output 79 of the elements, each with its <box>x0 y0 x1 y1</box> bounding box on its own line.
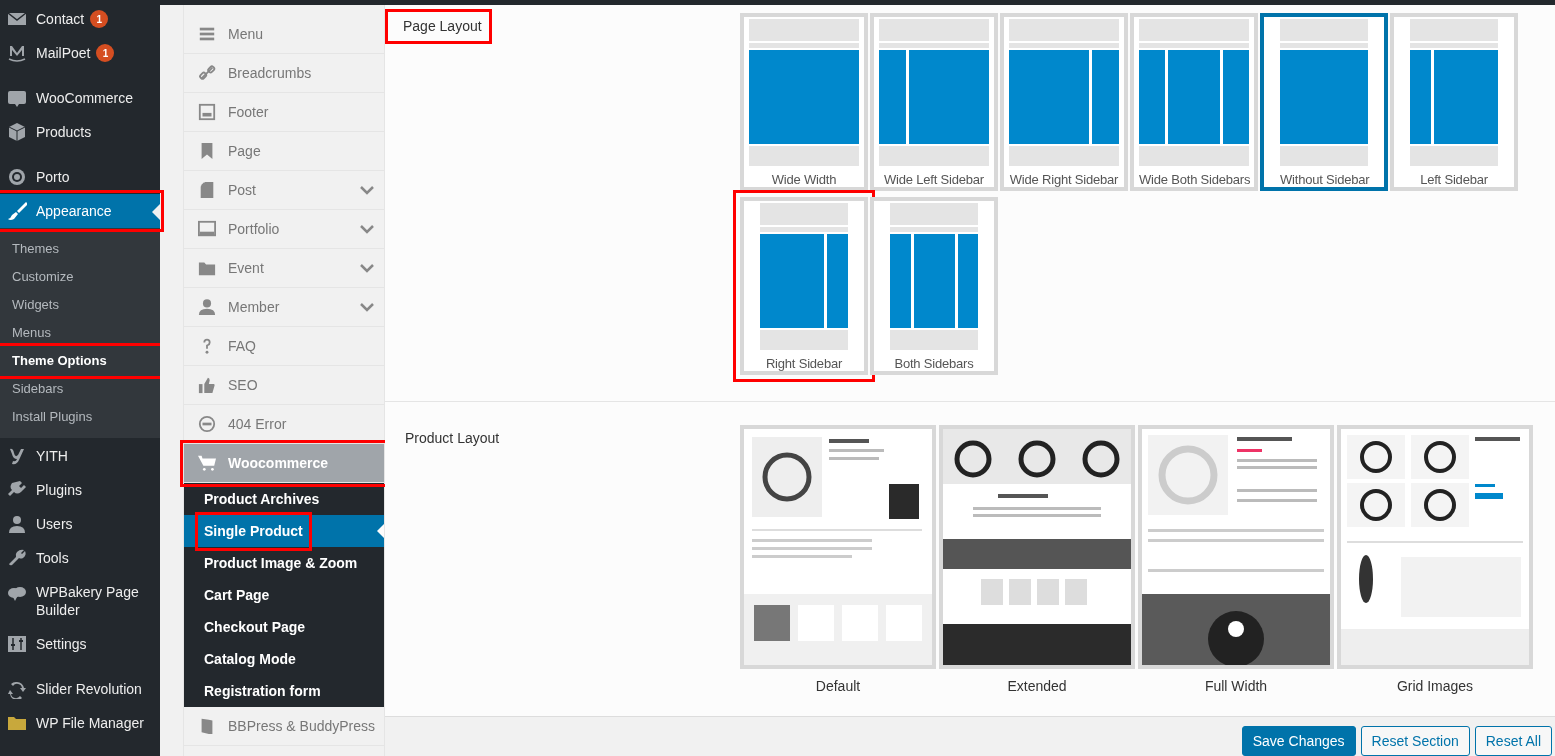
person-icon <box>7 514 27 534</box>
paintbrush-icon <box>7 201 27 221</box>
product-layout-option[interactable] <box>1337 425 1533 669</box>
options-nav-item[interactable]: Post <box>184 171 384 210</box>
options-nav-item[interactable]: Breadcrumbs <box>184 54 384 93</box>
admin-menu-item[interactable]: Slider Revolution <box>0 672 160 706</box>
options-nav-item[interactable]: Member <box>184 288 384 327</box>
reset-button[interactable]: Reset All <box>1474 726 1552 756</box>
admin-menu-item[interactable]: Contact 1 <box>0 2 160 36</box>
layout-label: Extended <box>1007 677 1067 696</box>
product-layout-option[interactable] <box>740 425 936 669</box>
speech-bubble-icon <box>7 88 27 108</box>
options-nav-item[interactable]: BBPress & BuddyPress <box>184 707 384 746</box>
options-nav-item[interactable]: Footer <box>184 93 384 132</box>
options-nav-item[interactable]: Page <box>184 132 384 171</box>
sliders-icon <box>7 634 27 654</box>
layout-option[interactable]: Both Sidebars <box>870 197 998 375</box>
count-badge: 1 <box>96 44 115 62</box>
menu-icon <box>198 25 216 43</box>
admin-menu-item[interactable]: Porto <box>0 160 160 194</box>
document-icon <box>198 181 216 199</box>
reset-button[interactable]: Reset Section <box>1360 726 1470 756</box>
layout-option[interactable]: Wide Both Sidebars <box>1130 13 1258 191</box>
submenu-item[interactable]: Sidebars <box>0 375 160 403</box>
chevron-down-icon <box>360 302 374 312</box>
section-title: Product Layout <box>405 429 501 448</box>
cart-icon <box>198 454 216 472</box>
layout-label: Grid Images <box>1396 677 1474 696</box>
options-subnav-item[interactable]: Product Image & Zoom <box>184 547 384 579</box>
target-icon <box>7 167 27 187</box>
admin-menu-item[interactable]: Products <box>0 115 160 149</box>
options-nav-item[interactable]: Portfolio <box>184 210 384 249</box>
save-button[interactable]: Save Changes <box>1241 726 1356 756</box>
admin-menu-item[interactable]: YITH <box>0 439 160 473</box>
options-subnav-item[interactable]: Product Archives <box>184 483 384 515</box>
submenu-item[interactable]: Themes <box>0 235 160 263</box>
options-subnav-item[interactable]: Catalog Mode <box>184 643 384 675</box>
options-subnav-item[interactable]: Registration form <box>184 675 384 707</box>
layout-label: Full Width <box>1204 677 1268 696</box>
admin-menu-item[interactable]: WP File Manager <box>0 706 160 740</box>
submenu-item[interactable]: Widgets <box>0 291 160 319</box>
admin-menu-item[interactable]: Settings <box>0 627 160 661</box>
layout-option[interactable]: Wide Width <box>740 13 868 191</box>
wrench-icon <box>7 548 27 568</box>
submenu-item[interactable]: Install Plugins <box>0 403 160 431</box>
minus-circle-icon <box>198 415 216 433</box>
admin-menu-item[interactable]: WooCommerce <box>0 81 160 115</box>
layout-option[interactable]: Wide Right Sidebar <box>1000 13 1128 191</box>
layout-label: Default <box>815 677 861 696</box>
chevron-down-icon <box>360 224 374 234</box>
admin-menu-item[interactable]: Tools <box>0 541 160 575</box>
person-icon <box>198 298 216 316</box>
admin-menu-item[interactable]: Users <box>0 507 160 541</box>
refresh-icon <box>7 679 27 699</box>
count-badge: 1 <box>90 10 109 28</box>
layout-option[interactable]: Wide Left Sidebar <box>870 13 998 191</box>
options-nav-item[interactable]: Menu <box>184 15 384 54</box>
thumbs-up-icon <box>198 376 216 394</box>
options-nav-item[interactable]: Event <box>184 249 384 288</box>
options-subnav-item[interactable]: Cart Page <box>184 579 384 611</box>
window-icon <box>198 103 216 121</box>
monitor-icon <box>198 220 216 238</box>
link-icon <box>198 64 216 82</box>
options-nav-item[interactable]: FAQ <box>184 327 384 366</box>
product-layout-option[interactable] <box>939 425 1135 669</box>
options-subnav-item[interactable]: Checkout Page <box>184 611 384 643</box>
admin-menu-item[interactable]: WPBakery Page Builder <box>0 575 160 627</box>
chevron-down-icon <box>360 185 374 195</box>
submenu-item[interactable]: Customize <box>0 263 160 291</box>
options-nav-item[interactable]: SEO <box>184 366 384 405</box>
chevron-down-icon <box>360 263 374 273</box>
submenu-item[interactable]: Menus <box>0 319 160 347</box>
squiggle-icon <box>7 446 27 466</box>
admin-menu-item[interactable]: MailPoet 1 <box>0 36 160 70</box>
product-layout-option[interactable] <box>1138 425 1334 669</box>
cube-icon <box>7 122 27 142</box>
layout-option[interactable]: Left Sidebar <box>1390 13 1518 191</box>
admin-menu-item[interactable]: Plugins <box>0 473 160 507</box>
layout-option[interactable]: Without Sidebar <box>1260 13 1388 191</box>
